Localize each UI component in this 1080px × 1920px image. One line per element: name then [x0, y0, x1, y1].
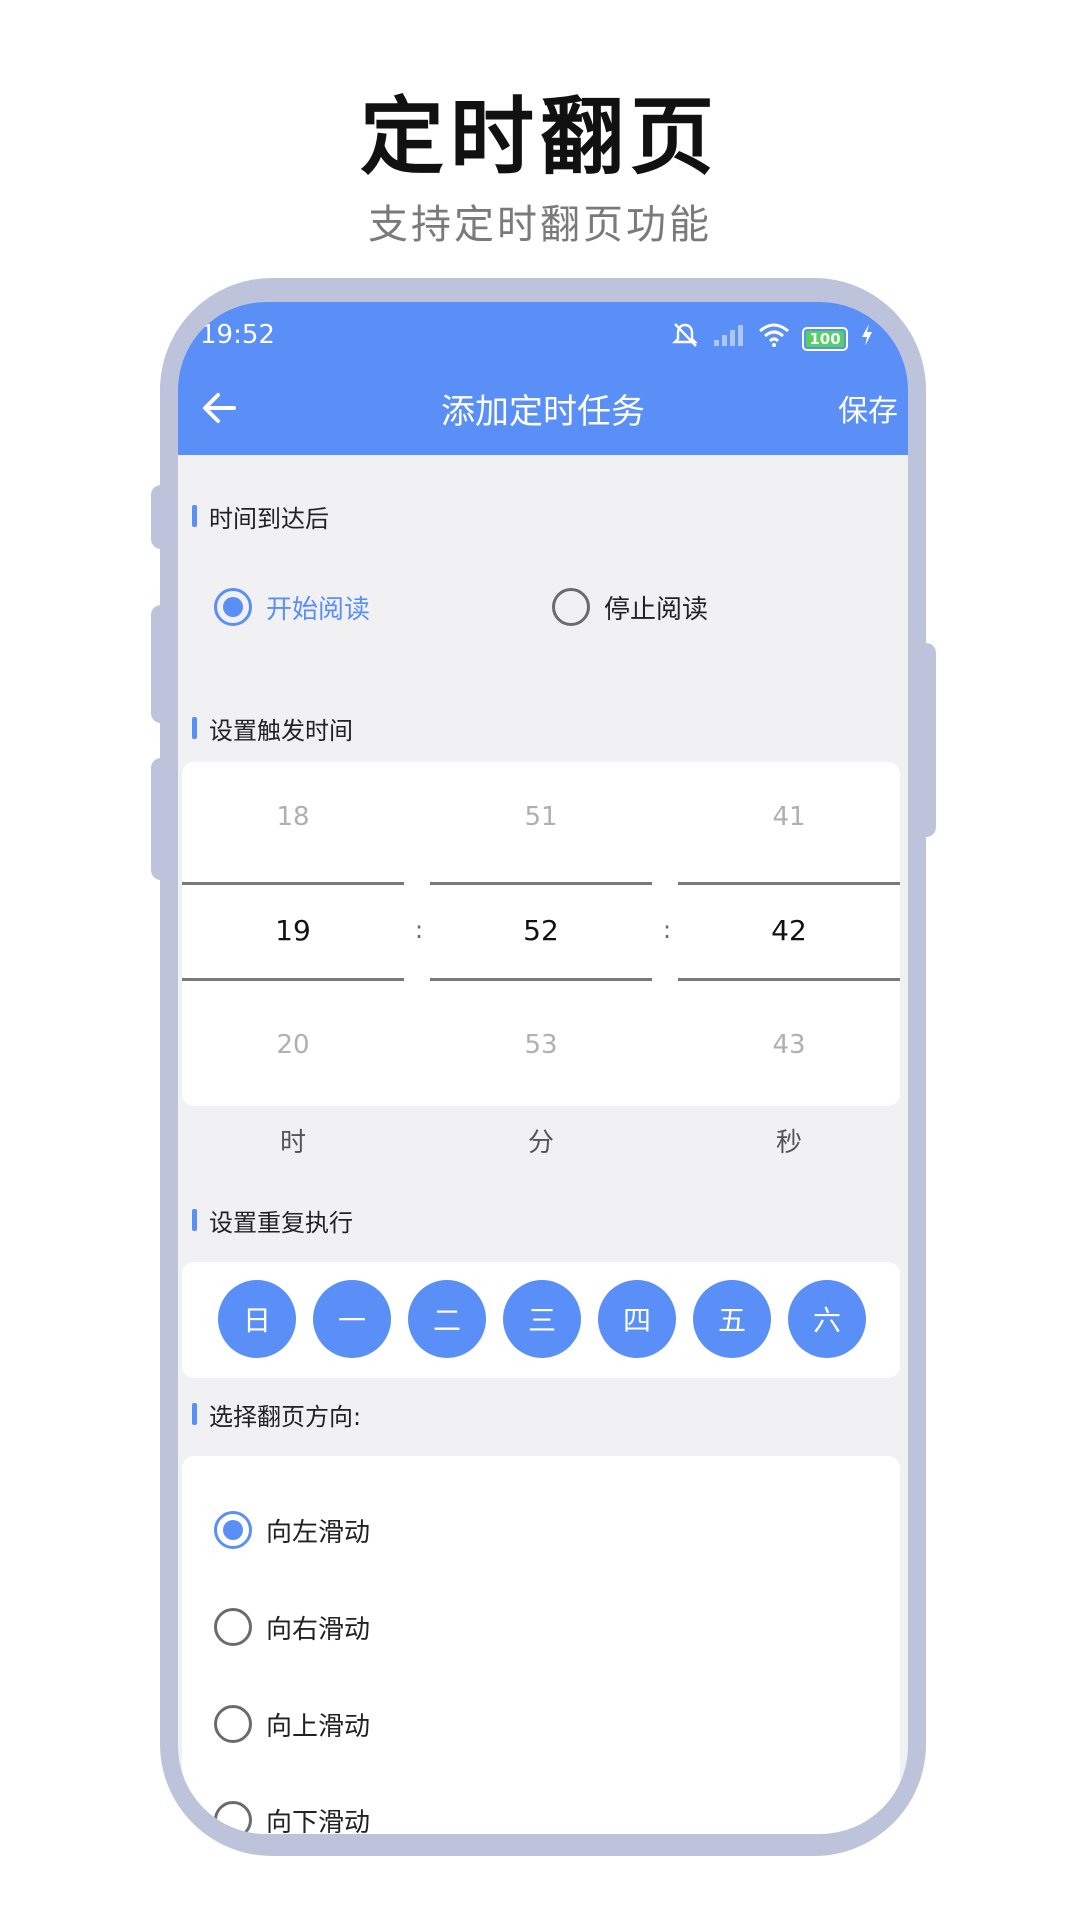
- hour-next[interactable]: 20: [182, 1030, 404, 1060]
- wheel-divider: [182, 882, 404, 885]
- radio-label: 向上滑动: [266, 1711, 371, 1742]
- radio-swipe-up[interactable]: 向上滑动: [214, 1705, 370, 1743]
- page-title: 添加定时任务: [441, 392, 645, 432]
- minute-current[interactable]: 52: [430, 914, 652, 947]
- radio-label: 开始阅读: [266, 594, 371, 625]
- weekday-selector: 日 一 二 三 四 五 六: [182, 1262, 900, 1378]
- promo-title: 定时翻页: [359, 88, 720, 186]
- status-time: 19:52: [200, 320, 275, 350]
- minute-prev[interactable]: 51: [430, 802, 652, 832]
- radio-circle: [552, 588, 590, 626]
- battery-icon: 100: [802, 326, 848, 351]
- promo-subtitle: 支持定时翻页功能: [368, 202, 712, 248]
- signal-off-icon: [712, 322, 746, 355]
- app-bar: 19:52 100 添加定时任务 保存: [178, 302, 908, 455]
- day-friday[interactable]: 五: [693, 1280, 771, 1358]
- time-picker: 18 19 20 : 51 52 53 : 41 42 43: [182, 762, 900, 1106]
- section-title: 时间到达后: [209, 504, 329, 533]
- radio-circle: [214, 1511, 252, 1549]
- day-sunday[interactable]: 日: [218, 1280, 296, 1358]
- second-prev[interactable]: 41: [678, 802, 900, 832]
- radio-start-reading[interactable]: 开始阅读: [214, 588, 370, 626]
- radio-circle: [214, 1608, 252, 1646]
- unit-hour: 时: [279, 1128, 306, 1158]
- radio-stop-reading[interactable]: 停止阅读: [552, 588, 708, 626]
- hour-wheel[interactable]: 18 19 20: [182, 762, 404, 1106]
- wheel-divider: [678, 882, 900, 885]
- unit-minute: 分: [527, 1128, 554, 1158]
- section-label-after-time: 时间到达后: [192, 498, 329, 534]
- minute-wheel[interactable]: 51 52 53: [430, 762, 652, 1106]
- radio-label: 向下滑动: [266, 1807, 371, 1835]
- radio-label: 向左滑动: [266, 1517, 371, 1548]
- section-label-repeat: 设置重复执行: [192, 1202, 353, 1238]
- status-icons: 100: [670, 320, 874, 357]
- battery-level: 100: [809, 329, 841, 348]
- hour-prev[interactable]: 18: [182, 802, 404, 832]
- section-title: 设置触发时间: [209, 716, 353, 745]
- time-separator: :: [415, 916, 424, 944]
- day-saturday[interactable]: 六: [788, 1280, 866, 1358]
- section-title: 选择翻页方向:: [209, 1402, 362, 1431]
- save-button[interactable]: 保存: [838, 386, 898, 430]
- wheel-divider: [430, 978, 652, 981]
- phone-screen: 19:52 100 添加定时任务 保存 时间到达后 开始阅读 停止阅读 设置触发…: [178, 302, 908, 1834]
- charging-bolt-icon: [860, 323, 874, 354]
- mute-bell-icon: [670, 320, 700, 357]
- section-label-trigger-time: 设置触发时间: [192, 710, 353, 746]
- day-tuesday[interactable]: 二: [408, 1280, 486, 1358]
- radio-swipe-left[interactable]: 向左滑动: [214, 1511, 370, 1549]
- radio-label: 向右滑动: [266, 1614, 371, 1645]
- second-next[interactable]: 43: [678, 1030, 900, 1060]
- day-thursday[interactable]: 四: [598, 1280, 676, 1358]
- hour-current[interactable]: 19: [182, 914, 404, 947]
- section-accent-bar: [192, 717, 197, 739]
- wifi-icon: [758, 322, 790, 355]
- section-accent-bar: [192, 505, 197, 527]
- radio-circle: [214, 1705, 252, 1743]
- radio-swipe-right[interactable]: 向右滑动: [214, 1608, 370, 1646]
- radio-swipe-down[interactable]: 向下滑动: [214, 1801, 370, 1834]
- day-wednesday[interactable]: 三: [503, 1280, 581, 1358]
- section-title: 设置重复执行: [209, 1208, 353, 1237]
- radio-label: 停止阅读: [604, 594, 709, 625]
- minute-next[interactable]: 53: [430, 1030, 652, 1060]
- second-wheel[interactable]: 41 42 43: [678, 762, 900, 1106]
- wheel-divider: [430, 882, 652, 885]
- section-accent-bar: [192, 1403, 197, 1425]
- section-accent-bar: [192, 1209, 197, 1231]
- time-separator: :: [663, 916, 672, 944]
- unit-second: 秒: [775, 1128, 802, 1158]
- day-monday[interactable]: 一: [313, 1280, 391, 1358]
- wheel-divider: [678, 978, 900, 981]
- wheel-divider: [182, 978, 404, 981]
- section-label-direction: 选择翻页方向:: [192, 1396, 361, 1432]
- radio-circle: [214, 588, 252, 626]
- radio-circle: [214, 1801, 252, 1834]
- second-current[interactable]: 42: [678, 914, 900, 947]
